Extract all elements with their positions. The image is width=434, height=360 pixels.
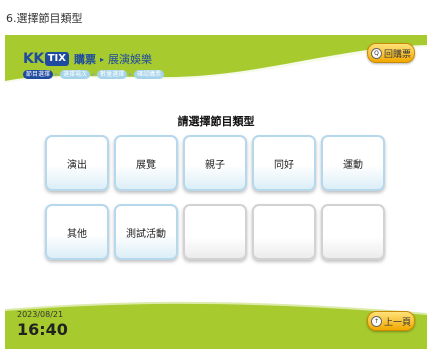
category-button-empty [183, 204, 247, 260]
category-button-empty [252, 204, 316, 260]
logo-label: 購票 [73, 53, 96, 66]
category-button-empty [321, 204, 385, 260]
return-icon: Q [370, 47, 382, 59]
category-button-exhibition[interactable]: 展覽 [114, 135, 178, 191]
logo-kk: KK [23, 51, 44, 67]
current-time: 16:40 [17, 320, 68, 339]
up-arrow-icon: ↑ [370, 315, 382, 327]
step-arrow-icon: ▸ [55, 71, 59, 78]
kiosk-screen: KK TIX 購票 ▸ 展演娛樂 節目選擇 ▸ 選擇場次 ▸ 數量選擇 ▸ 確認… [5, 35, 427, 349]
footer-background [5, 299, 427, 349]
current-date: 2023/08/21 [17, 310, 64, 319]
category-button-sports[interactable]: 運動 [321, 135, 385, 191]
step-4: 確認購票 [134, 70, 165, 79]
category-button-performance[interactable]: 演出 [45, 135, 109, 191]
logo-tix: TIX [44, 52, 69, 66]
breadcrumb-section: 展演娛樂 [107, 53, 152, 66]
page-caption: 6.選擇節目類型 [6, 12, 83, 25]
page-title: 請選擇節目類型 [177, 115, 255, 128]
step-arrow-icon: ▸ [92, 71, 96, 78]
previous-page-button[interactable]: ↑ 上一頁 [367, 311, 415, 331]
previous-page-label: 上一頁 [383, 317, 411, 328]
category-button-hobby[interactable]: 同好 [252, 135, 316, 191]
step-arrow-icon: ▸ [129, 71, 133, 78]
progress-steps: 節目選擇 ▸ 選擇場次 ▸ 數量選擇 ▸ 確認購票 [23, 70, 165, 79]
breadcrumb-arrow-icon: ▸ [99, 54, 104, 64]
category-button-test-event[interactable]: 測試活動 [114, 204, 178, 260]
category-button-family[interactable]: 親子 [183, 135, 247, 191]
back-to-purchase-button[interactable]: Q 回購票 [367, 43, 415, 63]
step-3: 數量選擇 [97, 70, 128, 79]
step-2: 選擇場次 [60, 70, 91, 79]
step-1: 節目選擇 [23, 70, 54, 79]
back-to-purchase-label: 回購票 [383, 49, 411, 60]
category-button-other[interactable]: 其他 [45, 204, 109, 260]
kktix-logo: KK TIX 購票 ▸ 展演娛樂 [23, 51, 152, 67]
